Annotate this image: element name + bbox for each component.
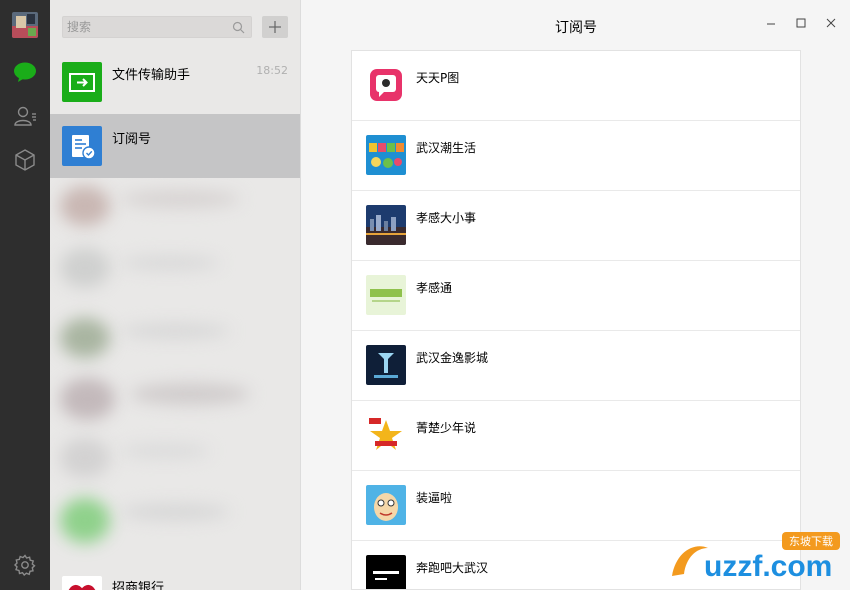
chat-time: 18:52 bbox=[256, 64, 288, 77]
account-name: 天天P图 bbox=[416, 71, 460, 85]
blurred-chat-list bbox=[50, 178, 300, 573]
favorites-cube-icon[interactable] bbox=[13, 148, 37, 172]
chat-item-file-transfer[interactable]: 文件传输助手 18:52 bbox=[50, 50, 300, 114]
search-box[interactable] bbox=[62, 16, 252, 38]
account-logo bbox=[366, 65, 406, 105]
account-name: 菁楚少年说 bbox=[416, 421, 477, 435]
settings-gear-icon[interactable] bbox=[13, 553, 37, 577]
account-item[interactable]: 武汉金逸影城 bbox=[352, 331, 800, 401]
chat-icon[interactable] bbox=[13, 60, 37, 84]
account-item[interactable]: 天天P图 bbox=[352, 51, 800, 121]
account-logo bbox=[366, 135, 406, 175]
account-name: 武汉潮生活 bbox=[416, 141, 477, 155]
chat-name: 招商银行 bbox=[112, 581, 165, 590]
user-avatar[interactable] bbox=[12, 12, 38, 38]
add-button[interactable] bbox=[262, 16, 288, 38]
contacts-icon[interactable] bbox=[13, 104, 37, 128]
search-input[interactable] bbox=[67, 17, 227, 37]
bank-logo-icon bbox=[62, 576, 102, 590]
account-name: 装逼啦 bbox=[416, 491, 453, 505]
chat-list-panel: 文件传输助手 18:52 订阅号 bbox=[50, 0, 300, 590]
chat-item-bank[interactable]: 招商银行 bbox=[50, 568, 300, 590]
account-logo bbox=[366, 275, 406, 315]
close-icon[interactable] bbox=[824, 16, 838, 30]
account-logo bbox=[366, 555, 406, 589]
chat-name: 文件传输助手 bbox=[112, 68, 191, 83]
account-logo bbox=[366, 345, 406, 385]
account-logo bbox=[366, 415, 406, 455]
maximize-icon[interactable] bbox=[794, 16, 808, 30]
account-name: 孝感大小事 bbox=[416, 211, 477, 225]
subscription-list: 天天P图 武汉潮生活 孝感大小事 孝感通 武汉金逸影城 菁楚少年说 装逼啦 奔跑… bbox=[351, 50, 801, 590]
watermark-text: uzzf.com bbox=[704, 550, 832, 583]
watermark-tag: 东坡下载 bbox=[789, 535, 833, 548]
account-name: 武汉金逸影城 bbox=[416, 351, 489, 365]
nav-rail bbox=[0, 0, 50, 590]
subscription-account-icon bbox=[62, 126, 102, 166]
account-logo bbox=[366, 205, 406, 245]
plus-icon bbox=[269, 21, 281, 33]
account-item[interactable]: 孝感通 bbox=[352, 261, 800, 331]
search-icon bbox=[232, 21, 245, 34]
watermark-logo: 东坡下载 uzzf.com bbox=[672, 532, 840, 583]
minimize-icon[interactable] bbox=[764, 16, 778, 30]
account-name: 奔跑吧大武汉 bbox=[416, 561, 489, 575]
main-panel: 订阅号 天天P图 武汉潮生活 孝感大小事 孝感通 武汉金逸影城 菁楚少年说 装逼… bbox=[300, 0, 850, 590]
chat-item-subscriptions[interactable]: 订阅号 bbox=[50, 114, 300, 178]
file-transfer-icon bbox=[62, 62, 102, 102]
account-item[interactable]: 武汉潮生活 bbox=[352, 121, 800, 191]
chat-name: 订阅号 bbox=[112, 132, 152, 147]
account-logo bbox=[366, 485, 406, 525]
account-item[interactable]: 菁楚少年说 bbox=[352, 401, 800, 471]
account-item[interactable]: 孝感大小事 bbox=[352, 191, 800, 261]
account-name: 孝感通 bbox=[416, 281, 453, 295]
